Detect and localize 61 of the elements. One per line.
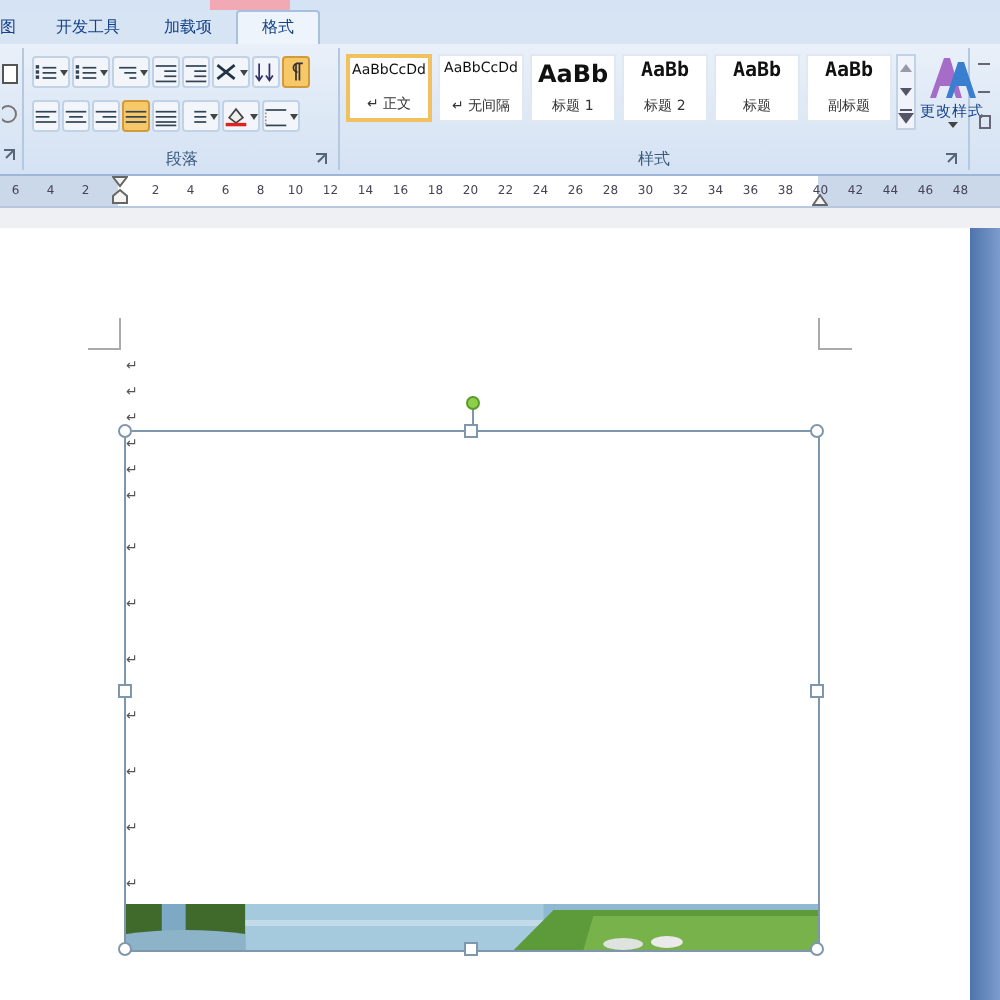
decrease-indent-button[interactable] <box>152 56 180 88</box>
side-handle[interactable] <box>464 942 478 956</box>
caret-icon <box>140 69 148 75</box>
distributed-button[interactable] <box>152 100 180 132</box>
sort-button[interactable] <box>252 56 280 88</box>
shading-icon <box>224 104 248 128</box>
bullets-button[interactable] <box>32 56 70 88</box>
sort-icon <box>254 60 278 84</box>
style-preview: AaBb <box>537 62 609 86</box>
group-label: 样式 <box>638 147 670 169</box>
ribbon-tab[interactable]: 加载项 <box>144 12 232 44</box>
style-preview: AaBb <box>640 62 690 82</box>
multilevel-button[interactable] <box>112 56 150 88</box>
style-preview: AaBb <box>824 62 874 82</box>
margin-corner-mark <box>88 318 122 350</box>
corner-handle[interactable] <box>810 942 824 956</box>
caret-icon <box>60 69 68 75</box>
align-right-button[interactable] <box>92 100 120 132</box>
caret-icon <box>250 113 258 119</box>
ribbon-tab[interactable]: 开发工具 <box>36 12 140 44</box>
contextual-tab-header <box>210 0 290 10</box>
rotation-handle[interactable] <box>465 396 479 410</box>
increase-indent-button[interactable] <box>182 56 210 88</box>
numbering-icon <box>74 60 98 84</box>
dialog-launcher-icon[interactable] <box>314 152 328 166</box>
corner-handle[interactable] <box>118 424 132 438</box>
indent-marker-icon[interactable] <box>112 176 129 204</box>
ribbon-tab[interactable]: 图 <box>0 12 32 44</box>
align-left-button[interactable] <box>32 100 60 132</box>
caret-icon <box>240 69 248 75</box>
side-handle[interactable] <box>810 683 824 697</box>
numbering-button[interactable] <box>72 56 110 88</box>
dialog-launcher-icon[interactable] <box>2 148 16 162</box>
more-icon[interactable] <box>898 104 914 128</box>
group-label: 段落 <box>166 147 198 169</box>
line-spacing-button[interactable] <box>182 100 220 132</box>
side-handle[interactable] <box>118 683 132 697</box>
dialog-launcher-icon[interactable] <box>944 152 958 166</box>
border-button[interactable] <box>262 100 300 132</box>
caret-icon <box>947 122 957 128</box>
corner-handle[interactable] <box>810 424 824 438</box>
margin-corner-mark <box>818 318 852 350</box>
asian-layout-icon <box>214 60 238 84</box>
side-handle[interactable] <box>464 424 478 438</box>
caret-icon <box>210 113 218 119</box>
asian-layout-button[interactable] <box>212 56 250 88</box>
show-marks-button[interactable] <box>282 56 310 88</box>
decrease-indent-icon <box>154 60 178 84</box>
caret-icon <box>290 113 298 119</box>
style-preview: AaBb <box>732 62 782 82</box>
bullets-icon <box>34 60 58 84</box>
caret-icon <box>100 69 108 75</box>
increase-indent-icon <box>184 60 208 84</box>
frame-icon[interactable] <box>2 64 18 84</box>
letters-icon <box>926 54 978 102</box>
center-button[interactable] <box>62 100 90 132</box>
justify-button[interactable] <box>122 100 150 132</box>
corner-handle[interactable] <box>118 942 132 956</box>
border-icon <box>264 104 288 128</box>
ribbon-tab[interactable]: 格式 <box>236 10 320 44</box>
shading-button[interactable] <box>222 100 260 132</box>
